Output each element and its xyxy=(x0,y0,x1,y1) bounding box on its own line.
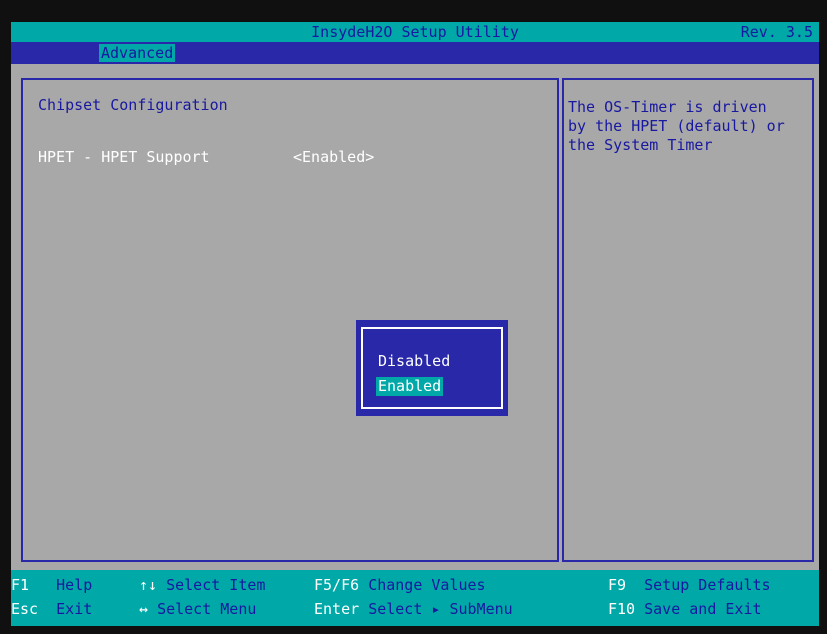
option-popup-frame: Disabled Enabled xyxy=(361,327,503,409)
option-enabled[interactable]: Enabled xyxy=(376,377,444,396)
hpet-support-label[interactable]: HPET - HPET Support xyxy=(38,148,210,166)
legend-save-exit: F10 Save and Exit xyxy=(608,600,762,618)
help-text: The OS-Timer is driven by the HPET (defa… xyxy=(568,98,785,154)
bios-screen: InsydeH2O Setup Utility Rev. 3.5 Advance… xyxy=(11,22,819,626)
hpet-support-value[interactable]: <Enabled> xyxy=(293,148,374,166)
section-title: Chipset Configuration xyxy=(38,96,228,114)
app-title: InsydeH2O Setup Utility xyxy=(311,23,519,41)
legend-enter-submenu: Enter Select ▸ SubMenu xyxy=(314,600,513,618)
key-legend: F1 Help ↑↓ Select Item F5/F6 Change Valu… xyxy=(11,570,819,626)
option-disabled[interactable]: Disabled xyxy=(376,352,452,371)
menu-bar: Advanced xyxy=(11,42,819,64)
help-pane: The OS-Timer is driven by the HPET (defa… xyxy=(562,78,814,562)
legend-help: F1 Help xyxy=(11,576,93,594)
legend-change-values: F5/F6 Change Values xyxy=(314,576,486,594)
revision-label: Rev. 3.5 xyxy=(740,23,813,41)
legend-select-menu: ↔ Select Menu xyxy=(139,600,257,618)
legend-exit: Esc Exit xyxy=(11,600,93,618)
title-bar: InsydeH2O Setup Utility Rev. 3.5 xyxy=(11,22,819,42)
legend-setup-defaults: F9 Setup Defaults xyxy=(608,576,771,594)
option-popup: Disabled Enabled xyxy=(356,320,508,416)
legend-select-item: ↑↓ Select Item xyxy=(139,576,266,594)
tab-advanced[interactable]: Advanced xyxy=(99,44,176,62)
settings-pane: Chipset Configuration HPET - HPET Suppor… xyxy=(21,78,559,562)
